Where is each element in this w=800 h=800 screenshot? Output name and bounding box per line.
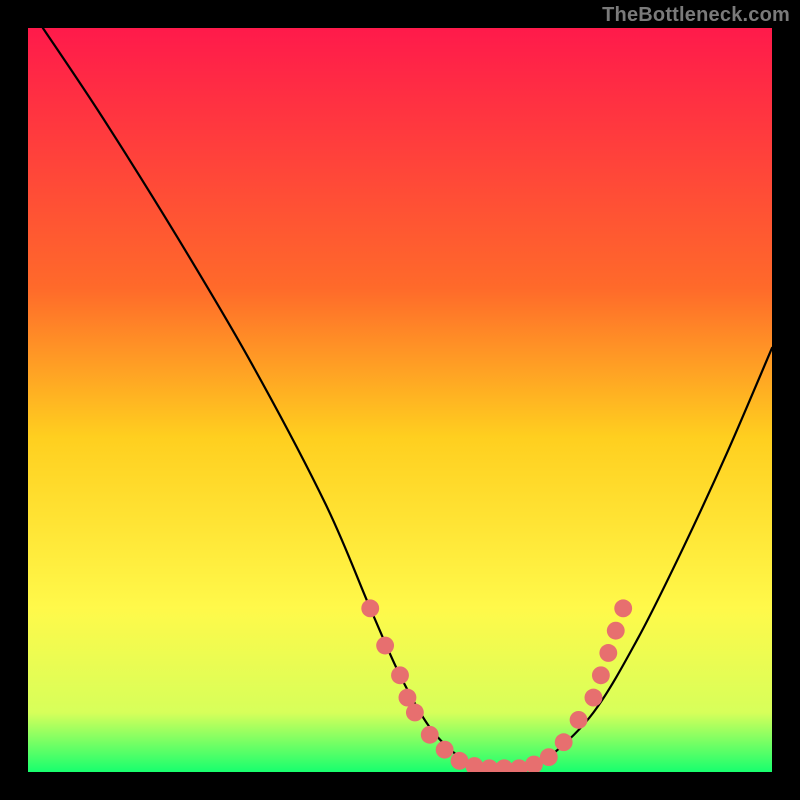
chart-frame: TheBottleneck.com <box>0 0 800 800</box>
highlight-dot <box>391 666 409 684</box>
highlight-dot <box>592 666 610 684</box>
chart-background <box>28 28 772 772</box>
chart-plot-area <box>28 28 772 772</box>
highlight-dot <box>555 733 573 751</box>
highlight-dot <box>406 704 424 722</box>
highlight-dot <box>614 599 632 617</box>
attribution-label: TheBottleneck.com <box>602 4 790 27</box>
chart-svg <box>28 28 772 772</box>
highlight-dot <box>376 637 394 655</box>
highlight-dot <box>599 644 617 662</box>
highlight-dot <box>607 622 625 640</box>
highlight-dot <box>585 689 603 707</box>
highlight-dot <box>570 711 588 729</box>
highlight-dot <box>540 748 558 766</box>
highlight-dot <box>436 741 454 759</box>
highlight-dot <box>361 599 379 617</box>
highlight-dot <box>421 726 439 744</box>
